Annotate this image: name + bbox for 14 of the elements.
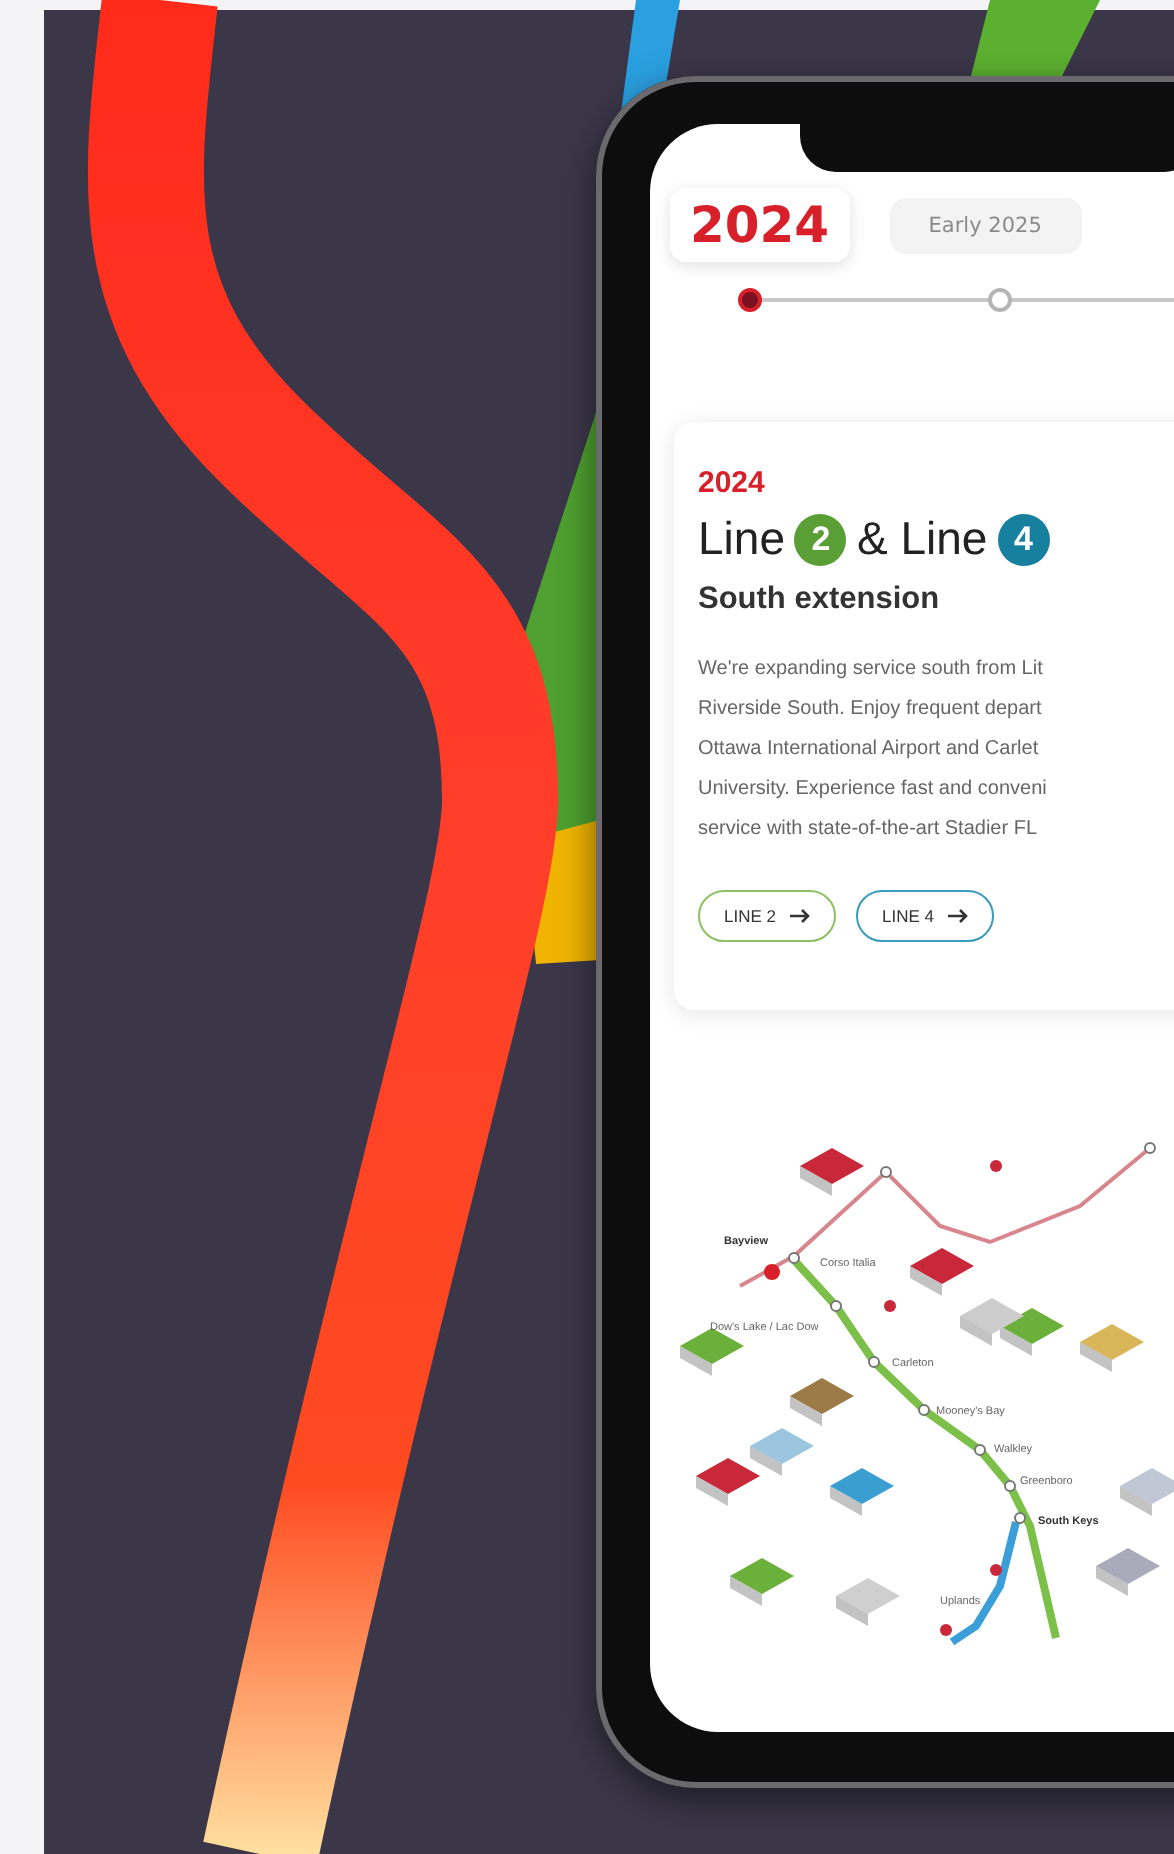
line-button[interactable]: LINE 4 [856,890,994,942]
card-title: & Line [856,512,988,566]
arrow-icon [790,908,810,924]
card-title: Line [698,512,785,566]
card-subtitle: South extension [698,582,942,618]
timeline-dot[interactable] [988,288,1012,312]
card-description: We're expanding service south from Lit Riverside South. Enjoy frequent depart Ottawa International Airport and Carlet University. Experience fast and conveni service with state-of-the-art Stadier FL [698,656,1049,844]
year-label: 2024 [698,466,767,500]
line-badge: 4 [997,513,1050,565]
line-badge: 2 [794,513,847,565]
timeline-dot[interactable] [738,288,762,312]
timeline-tab[interactable]: 2024 [670,188,850,262]
arrow-icon [948,908,968,924]
line-button[interactable]: LINE 2 [698,890,836,942]
